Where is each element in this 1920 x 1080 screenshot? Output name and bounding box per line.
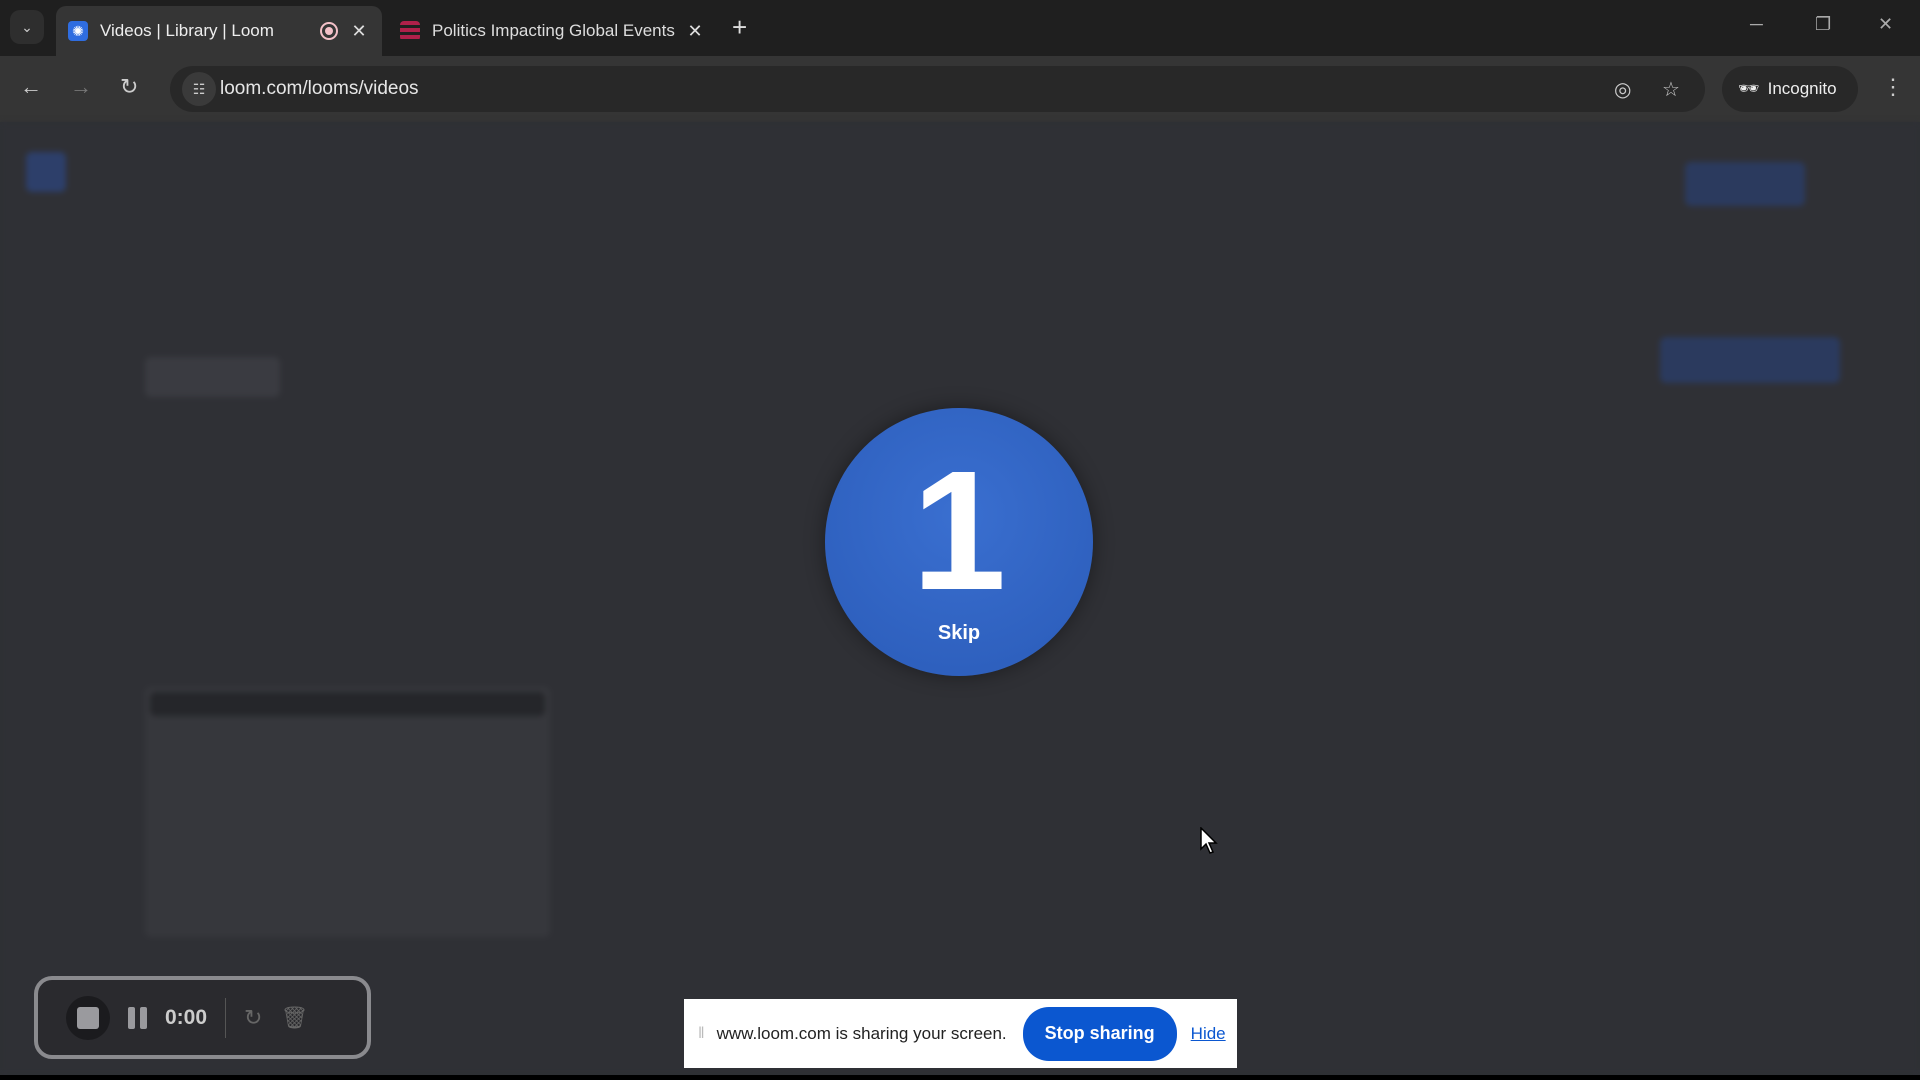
pause-button[interactable]	[128, 1006, 147, 1029]
screen-share-banner: ‖ www.loom.com is sharing your screen. S…	[684, 999, 1237, 1068]
recording-indicator-icon	[320, 22, 338, 40]
countdown-number: 1	[911, 436, 1007, 626]
browser-toolbar: ← → ↻ ☷ loom.com/looms/videos ◎ ☆ 🕶 Incog…	[0, 56, 1920, 122]
stop-sharing-button[interactable]: Stop sharing	[1022, 1006, 1177, 1061]
site-favicon-icon	[400, 21, 420, 41]
eye-off-icon[interactable]: ◎	[1614, 77, 1631, 102]
divider	[225, 997, 227, 1038]
incognito-icon: 🕶	[1738, 79, 1760, 98]
loom-favicon-icon: ✺	[68, 21, 88, 41]
restart-icon[interactable]: ↻	[244, 1005, 262, 1031]
tab-loom-videos[interactable]: ✺ Videos | Library | Loom ✕	[56, 6, 382, 56]
recording-timer: 0:00	[165, 1005, 208, 1029]
browser-menu-icon[interactable]: ⋮	[1882, 74, 1904, 100]
tab-title: Politics Impacting Global Events	[432, 21, 675, 40]
drag-handle-icon[interactable]: ‖	[698, 1025, 705, 1043]
forward-button[interactable]: →	[70, 74, 92, 100]
url-text[interactable]: loom.com/looms/videos	[220, 78, 419, 100]
restore-icon[interactable]: ❐	[1815, 14, 1831, 35]
address-bar[interactable]: ☷ loom.com/looms/videos ◎ ☆	[170, 66, 1705, 112]
tab-title: Videos | Library | Loom	[100, 21, 274, 40]
skip-label: Skip	[937, 622, 981, 644]
stop-icon	[77, 1006, 99, 1029]
tab-politics[interactable]: Politics Impacting Global Events ✕	[388, 6, 718, 56]
hide-link[interactable]: Hide	[1191, 1024, 1226, 1044]
stop-recording-button[interactable]	[66, 995, 110, 1040]
countdown-skip-button[interactable]: 1 Skip	[825, 408, 1093, 676]
sharing-message: www.loom.com is sharing your screen.	[716, 1023, 1007, 1043]
close-tab-icon[interactable]: ✕	[350, 21, 368, 42]
new-tab-button[interactable]: +	[732, 12, 747, 43]
tab-search-button[interactable]: ⌄	[10, 10, 44, 44]
tab-strip: ⌄ ✺ Videos | Library | Loom ✕ Politics I…	[0, 0, 1920, 56]
reload-button[interactable]: ↻	[120, 74, 138, 100]
site-settings-icon[interactable]: ☷	[182, 72, 216, 106]
recording-controls: 0:00 ↻ 🗑	[34, 976, 371, 1059]
incognito-badge[interactable]: 🕶 Incognito	[1722, 66, 1858, 112]
delete-trash-icon[interactable]: 🗑	[280, 1005, 308, 1031]
minimize-icon[interactable]: ─	[1750, 14, 1763, 35]
bottom-edge	[0, 1075, 1920, 1080]
incognito-label: Incognito	[1767, 79, 1837, 98]
bookmark-star-icon[interactable]: ☆	[1662, 77, 1680, 102]
close-tab-icon[interactable]: ✕	[686, 21, 704, 42]
mouse-cursor-icon	[1200, 827, 1218, 854]
back-button[interactable]: ←	[20, 74, 42, 100]
close-window-icon[interactable]: ✕	[1878, 14, 1893, 35]
